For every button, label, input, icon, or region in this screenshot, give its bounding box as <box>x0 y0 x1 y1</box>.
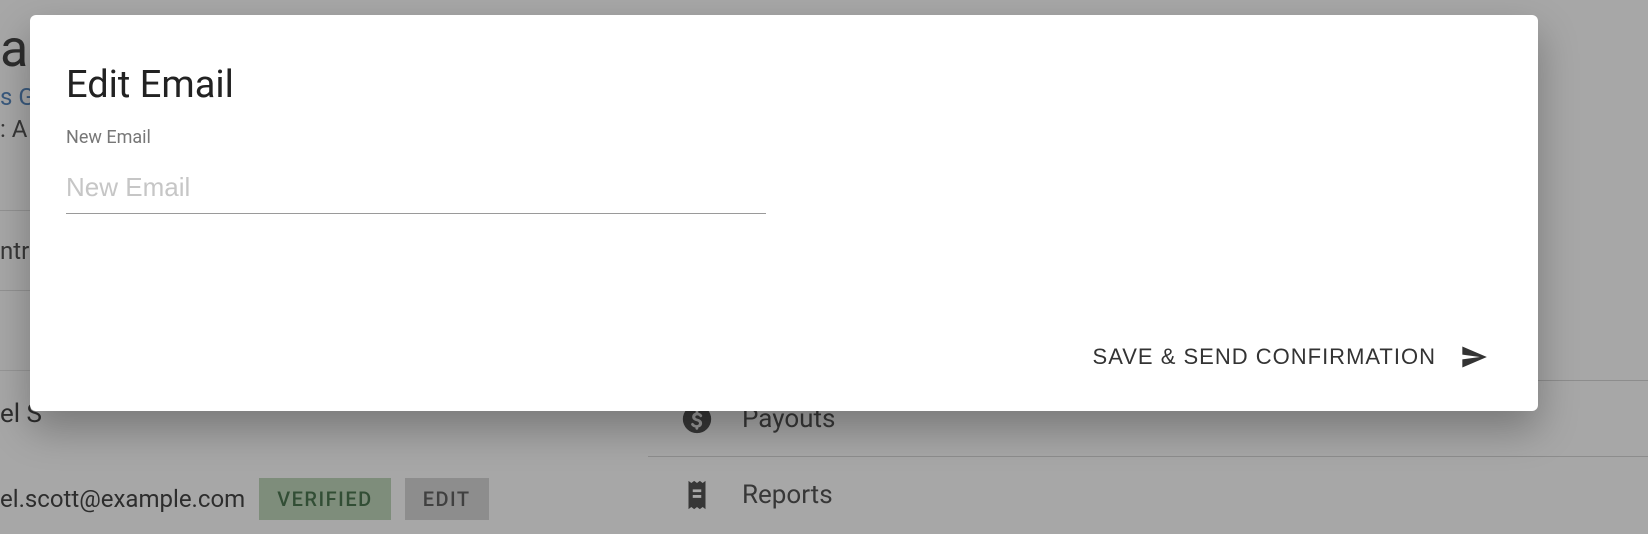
new-email-input[interactable] <box>66 166 766 214</box>
send-icon <box>1460 343 1488 371</box>
edit-email-dialog: Edit Email New Email SAVE & SEND CONFIRM… <box>30 15 1538 411</box>
new-email-label: New Email <box>66 127 1502 148</box>
save-send-confirmation-button[interactable]: SAVE & SEND CONFIRMATION <box>1079 331 1502 383</box>
save-send-label: SAVE & SEND CONFIRMATION <box>1093 344 1436 370</box>
dialog-title: Edit Email <box>66 63 1502 107</box>
dialog-actions: SAVE & SEND CONFIRMATION <box>66 331 1502 383</box>
